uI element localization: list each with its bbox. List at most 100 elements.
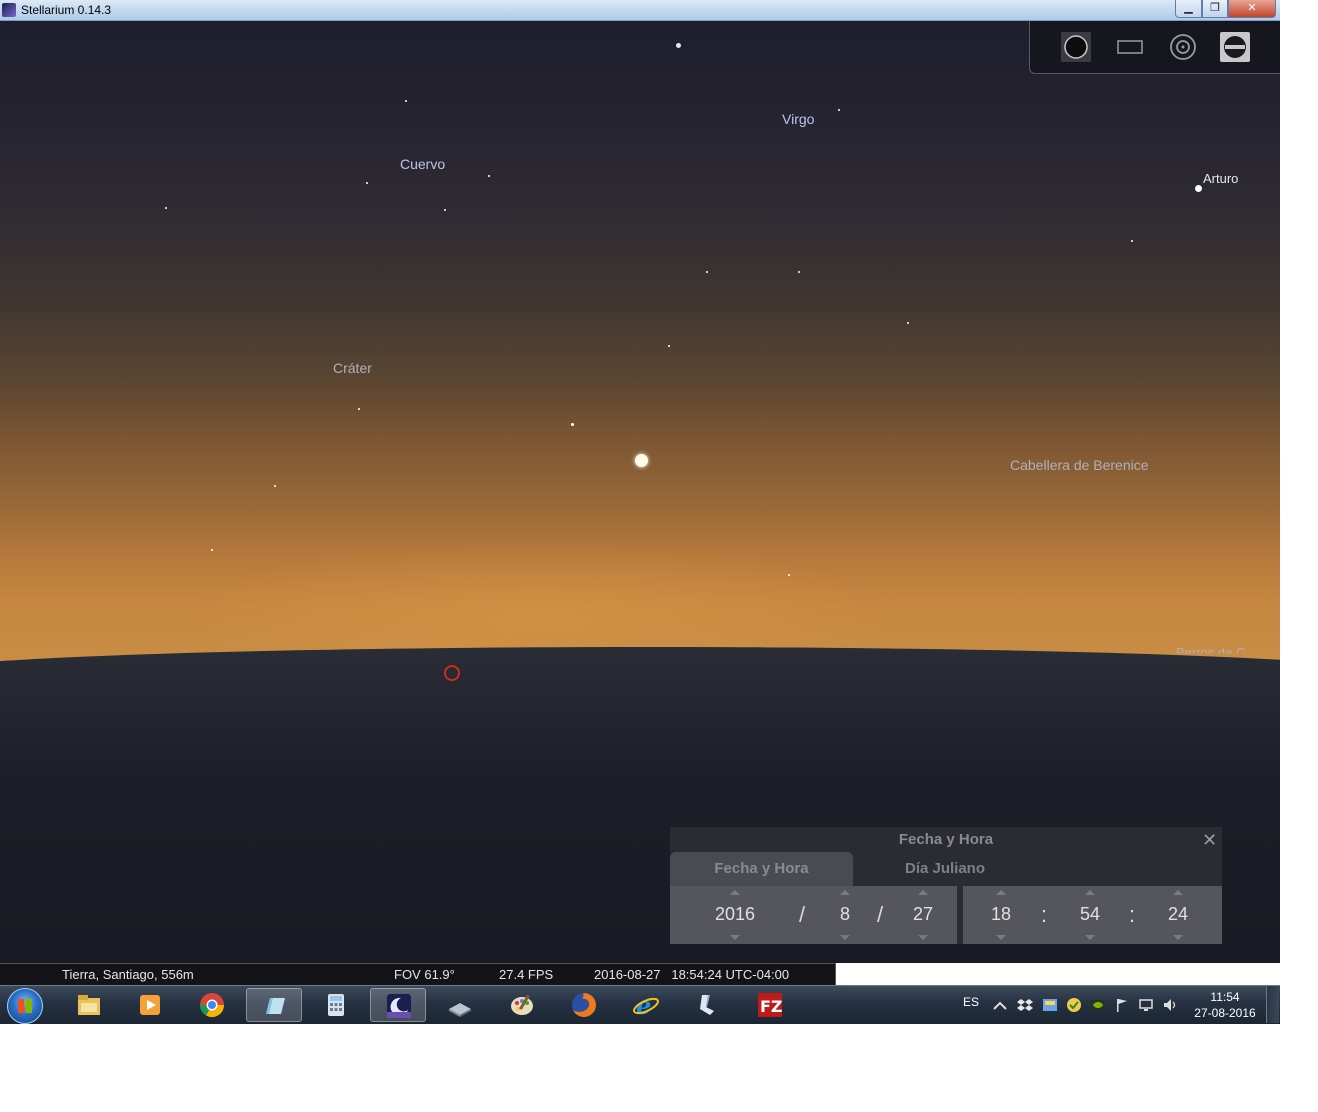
language-indicator[interactable]: ES bbox=[963, 995, 979, 1009]
year-value[interactable]: 2016 bbox=[705, 904, 765, 925]
star[interactable] bbox=[798, 271, 800, 273]
constellation-label-cuervo[interactable]: Cuervo bbox=[400, 156, 445, 172]
window-mode-button[interactable] bbox=[1114, 31, 1146, 63]
close-icon[interactable]: ✕ bbox=[1202, 830, 1217, 851]
time-separator: : bbox=[1041, 902, 1048, 927]
constellation-label-crater[interactable]: Cráter bbox=[333, 360, 372, 376]
taskbar-explorer[interactable] bbox=[61, 988, 117, 1022]
flag-tray-icon[interactable] bbox=[1114, 997, 1130, 1013]
taskbar-media-player[interactable] bbox=[122, 988, 178, 1022]
date-separator: / bbox=[877, 902, 884, 927]
date-time-dialog: Fecha y Hora ✕ Fecha y Hora Día Juliano … bbox=[670, 827, 1222, 944]
nvidia-tray-icon[interactable] bbox=[1090, 997, 1106, 1013]
filezilla-icon: FZ bbox=[758, 993, 783, 1017]
taskbar-calculator[interactable] bbox=[308, 988, 364, 1022]
start-button[interactable] bbox=[7, 988, 43, 1024]
star[interactable] bbox=[488, 175, 490, 177]
star[interactable] bbox=[211, 549, 213, 551]
maximize-button[interactable]: ❐ bbox=[1202, 0, 1228, 18]
star[interactable] bbox=[676, 43, 681, 48]
day-spinner[interactable]: 27 bbox=[905, 886, 941, 944]
datetime-text[interactable]: 2016-08-27 18:54:24 UTC-04:00 bbox=[594, 967, 789, 982]
spin-down-icon[interactable] bbox=[1085, 935, 1095, 940]
system-clock[interactable]: 11:54 27-08-2016 bbox=[1190, 989, 1260, 1021]
window-title: Stellarium 0.14.3 bbox=[21, 3, 112, 17]
tab-dia-juliano[interactable]: Día Juliano bbox=[860, 852, 1030, 886]
day-value[interactable]: 27 bbox=[905, 904, 941, 925]
dropbox-tray-icon[interactable] bbox=[1017, 997, 1033, 1013]
scanner-icon bbox=[449, 1003, 471, 1017]
star-arturo[interactable] bbox=[1195, 185, 1202, 192]
star[interactable] bbox=[358, 408, 360, 410]
title-bar[interactable]: Stellarium 0.14.3 ▁ ❐ ✕ bbox=[0, 0, 1280, 21]
spin-down-icon[interactable] bbox=[730, 935, 740, 940]
spin-up-icon[interactable] bbox=[730, 890, 740, 895]
second-value[interactable]: 24 bbox=[1160, 904, 1196, 925]
spin-up-icon[interactable] bbox=[1085, 890, 1095, 895]
taskbar-filezilla[interactable]: FZ bbox=[742, 988, 798, 1022]
planet[interactable] bbox=[635, 454, 648, 467]
constellation-label-cabellera-de-berenice[interactable]: Cabellera de Berenice bbox=[1010, 457, 1149, 473]
minute-spinner[interactable]: 54 bbox=[1072, 886, 1108, 944]
full-circle-icon bbox=[1061, 32, 1091, 62]
show-desktop-button[interactable] bbox=[1266, 986, 1279, 1023]
star[interactable] bbox=[907, 322, 909, 324]
spin-down-icon[interactable] bbox=[996, 935, 1006, 940]
windows-taskbar: e FZ ES 11:54 27-08-2016 bbox=[0, 985, 1280, 1024]
spin-down-icon[interactable] bbox=[1173, 935, 1183, 940]
spin-up-icon[interactable] bbox=[840, 890, 850, 895]
network-tray-icon[interactable] bbox=[992, 997, 1008, 1013]
taskbar-notepad[interactable] bbox=[246, 988, 302, 1022]
taskbar-cleaner[interactable] bbox=[680, 988, 736, 1022]
sky-toggle-button[interactable] bbox=[1060, 31, 1092, 63]
star[interactable] bbox=[706, 271, 708, 273]
taskbar-internet-explorer[interactable]: e bbox=[618, 988, 674, 1022]
security-tray-icon[interactable] bbox=[1066, 997, 1082, 1013]
selected-object-marker[interactable] bbox=[444, 665, 460, 681]
internet-explorer-icon: e bbox=[633, 991, 659, 1019]
star[interactable] bbox=[165, 207, 167, 209]
tab-fecha-y-hora[interactable]: Fecha y Hora bbox=[670, 852, 853, 886]
minute-value[interactable]: 54 bbox=[1072, 904, 1108, 925]
star[interactable] bbox=[274, 485, 276, 487]
taskbar-stellarium[interactable] bbox=[370, 988, 426, 1022]
star[interactable] bbox=[366, 182, 368, 184]
taskbar-firefox[interactable] bbox=[556, 988, 612, 1022]
volume-tray-icon[interactable] bbox=[1162, 997, 1178, 1013]
target-button[interactable] bbox=[1167, 31, 1199, 63]
star[interactable] bbox=[788, 574, 790, 576]
paint-icon bbox=[511, 994, 533, 1015]
month-spinner[interactable]: 8 bbox=[828, 886, 862, 944]
close-window-button[interactable]: ✕ bbox=[1228, 0, 1276, 18]
star-label-arturo[interactable]: Arturo bbox=[1203, 171, 1238, 186]
tab-label: Fecha y Hora bbox=[714, 860, 809, 877]
star[interactable] bbox=[838, 109, 840, 111]
hour-spinner[interactable]: 18 bbox=[983, 886, 1019, 944]
year-spinner[interactable]: 2016 bbox=[705, 886, 765, 944]
second-spinner[interactable]: 24 bbox=[1160, 886, 1196, 944]
month-value[interactable]: 8 bbox=[828, 904, 862, 925]
minimize-button[interactable]: ▁ bbox=[1175, 0, 1202, 18]
display-tray-icon[interactable] bbox=[1138, 997, 1154, 1013]
star[interactable] bbox=[1131, 240, 1133, 242]
star[interactable] bbox=[405, 100, 407, 102]
star[interactable] bbox=[571, 423, 574, 426]
star[interactable] bbox=[668, 345, 670, 347]
spin-up-icon[interactable] bbox=[1173, 890, 1183, 895]
taskbar-chrome[interactable] bbox=[184, 988, 240, 1022]
quit-button[interactable] bbox=[1219, 31, 1251, 63]
location-text[interactable]: Tierra, Santiago, 556m bbox=[62, 967, 194, 982]
spin-down-icon[interactable] bbox=[840, 935, 850, 940]
sky-view[interactable]: Virgo Cuervo Arturo Cráter Cabellera de … bbox=[0, 21, 1280, 963]
taskbar-scanner[interactable] bbox=[432, 988, 488, 1022]
spin-down-icon[interactable] bbox=[918, 935, 928, 940]
hour-value[interactable]: 18 bbox=[983, 904, 1019, 925]
target-icon bbox=[1170, 34, 1196, 60]
constellation-label-virgo[interactable]: Virgo bbox=[782, 111, 814, 127]
update-tray-icon[interactable] bbox=[1042, 997, 1058, 1013]
spin-up-icon[interactable] bbox=[918, 890, 928, 895]
taskbar-paint[interactable] bbox=[494, 988, 550, 1022]
spin-up-icon[interactable] bbox=[996, 890, 1006, 895]
time-separator: : bbox=[1129, 902, 1136, 927]
star[interactable] bbox=[444, 209, 446, 211]
